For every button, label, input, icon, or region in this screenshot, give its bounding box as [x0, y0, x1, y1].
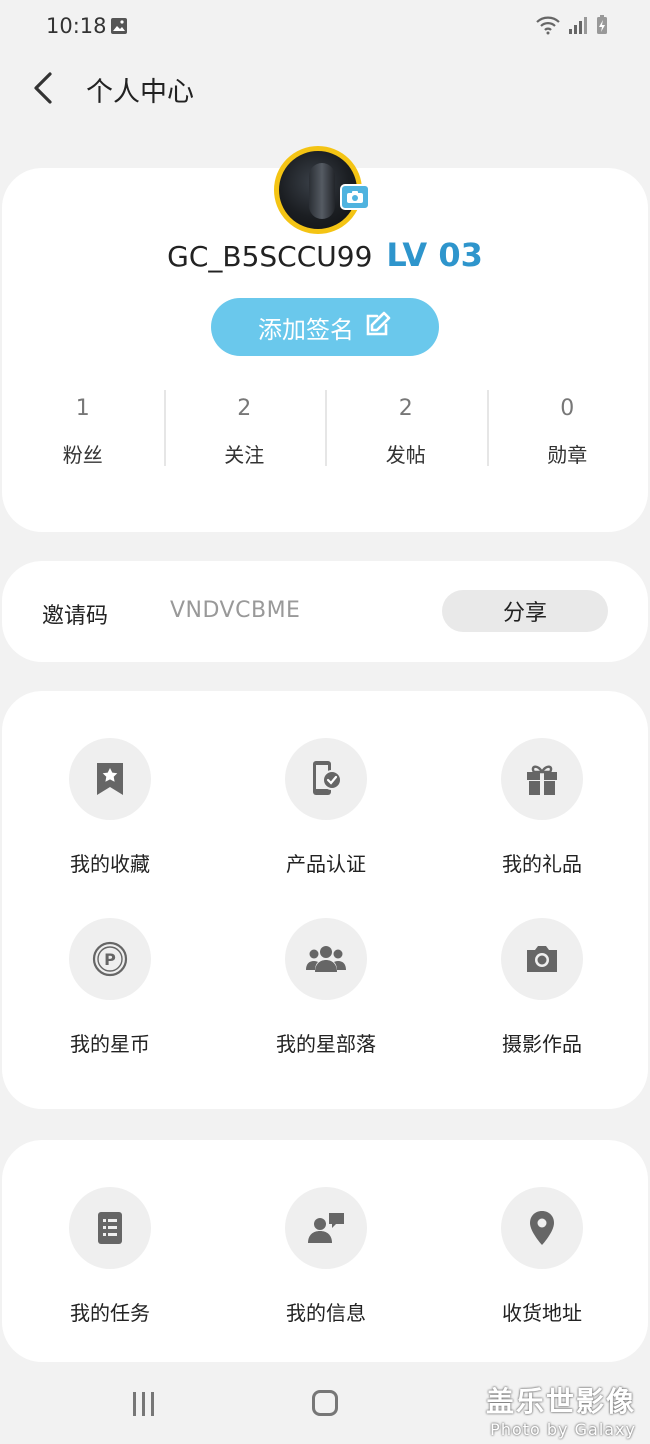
menu-item-star-coins[interactable]: P 我的星币 [2, 918, 218, 1057]
menu-item-star-tribe[interactable]: 我的星部落 [218, 918, 434, 1057]
stat-value: 2 [237, 396, 252, 421]
invite-card: 邀请码 VNDVCBME 分享 [2, 561, 648, 662]
status-bar: 10:18 [0, 0, 650, 56]
status-time: 10:18 [46, 14, 107, 38]
profile-card: GC_B5SCCU99 LV 03 添加签名 1 粉丝 2 关注 2 发帖 0 勋… [2, 146, 649, 532]
menu-label: 我的礼品 [502, 852, 582, 876]
menu-item-gifts[interactable]: 我的礼品 [434, 738, 650, 877]
add-signature-label: 添加签名 [258, 315, 354, 344]
invite-code-value: VNDVCBME [170, 598, 301, 623]
battery-charging-icon [596, 15, 608, 39]
menu-label: 产品认证 [286, 852, 366, 876]
watermark-subtitle: Photo by Galaxy [490, 1420, 636, 1439]
menu-item-product-verify[interactable]: 产品认证 [218, 738, 434, 877]
avatar-container[interactable] [274, 146, 370, 234]
location-pin-icon [501, 1187, 583, 1269]
back-arrow-icon[interactable] [28, 70, 60, 106]
stat-label: 关注 [224, 443, 265, 467]
stats-row: 1 粉丝 2 关注 2 发帖 0 勋章 [2, 390, 649, 467]
home-icon[interactable] [312, 1390, 338, 1416]
stat-label: 发帖 [385, 443, 426, 467]
message-user-icon [285, 1187, 367, 1269]
menu-grid-secondary: 我的任务 我的信息 收货地址 [2, 1140, 648, 1362]
menu-grid-primary: 我的收藏 产品认证 我的礼品 P 我的星币 我的星部落 摄影作品 [2, 691, 648, 1109]
signal-icon [568, 16, 588, 38]
coin-p-icon: P [69, 918, 151, 1000]
svg-text:P: P [104, 950, 116, 969]
menu-label: 收货地址 [502, 1301, 582, 1325]
camera-badge-icon[interactable] [340, 184, 370, 210]
group-icon [285, 918, 367, 1000]
task-list-icon [69, 1187, 151, 1269]
menu-label: 我的收藏 [70, 852, 150, 876]
wifi-icon [536, 15, 560, 39]
bookmark-star-icon [69, 738, 151, 820]
phone-verified-icon [285, 738, 367, 820]
stat-posts[interactable]: 2 发帖 [325, 390, 487, 467]
add-signature-button[interactable]: 添加签名 [211, 298, 439, 356]
gallery-notification-icon [110, 17, 128, 39]
share-button[interactable]: 分享 [442, 590, 608, 632]
menu-label: 我的信息 [286, 1301, 366, 1325]
menu-label: 我的星币 [70, 1032, 150, 1056]
watermark: 盖乐世影像 Photo by Galaxy [486, 1380, 636, 1439]
menu-item-tasks[interactable]: 我的任务 [2, 1187, 218, 1326]
stat-fans[interactable]: 1 粉丝 [2, 390, 164, 467]
menu-label: 摄影作品 [502, 1032, 582, 1056]
username: GC_B5SCCU99 [167, 240, 373, 273]
page-title: 个人中心 [86, 77, 194, 108]
level-badge: LV 03 [386, 236, 483, 274]
camera-icon [501, 918, 583, 1000]
menu-label: 我的星部落 [276, 1032, 376, 1056]
edit-icon [364, 310, 392, 344]
menu-item-photography[interactable]: 摄影作品 [434, 918, 650, 1057]
stat-label: 粉丝 [62, 443, 103, 467]
menu-label: 我的任务 [70, 1301, 150, 1325]
invite-code-label: 邀请码 [42, 604, 109, 629]
stat-following[interactable]: 2 关注 [163, 390, 326, 467]
stat-value: 0 [560, 396, 575, 421]
watermark-title: 盖乐世影像 [485, 1385, 636, 1418]
stat-value: 2 [398, 396, 413, 421]
menu-item-messages[interactable]: 我的信息 [218, 1187, 434, 1326]
recents-icon[interactable] [130, 1390, 158, 1422]
menu-item-favorites[interactable]: 我的收藏 [2, 738, 218, 877]
gift-icon [501, 738, 583, 820]
username-row: GC_B5SCCU99 LV 03 [2, 236, 648, 274]
stat-label: 勋章 [547, 443, 588, 467]
menu-item-shipping-address[interactable]: 收货地址 [434, 1187, 650, 1326]
stat-medals[interactable]: 0 勋章 [486, 390, 649, 467]
stat-value: 1 [75, 396, 90, 421]
header-bar: 个人中心 [0, 56, 650, 120]
